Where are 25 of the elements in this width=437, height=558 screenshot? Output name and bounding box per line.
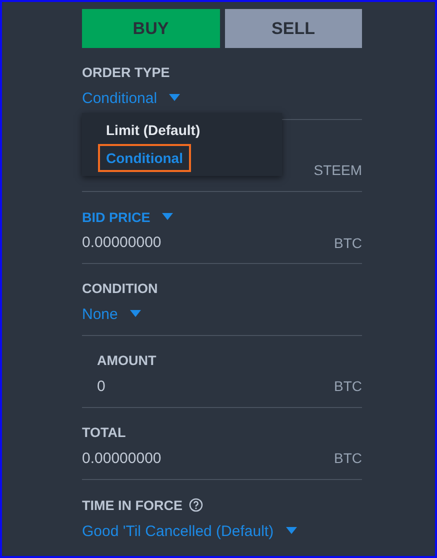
input-value[interactable]: 0 — [97, 378, 106, 395]
dropdown-select[interactable]: None — [82, 304, 141, 325]
caret-icon — [162, 213, 174, 221]
currency-unit: BTC — [334, 378, 362, 394]
field-label: TIME IN FORCE — [82, 498, 182, 512]
input-value[interactable]: 0.00000000 — [82, 234, 162, 251]
currency-unit: STEEM — [314, 162, 362, 178]
field-label: ORDER TYPE — [82, 65, 170, 80]
field-label: CONDITION — [82, 281, 158, 296]
caret-icon — [130, 310, 141, 318]
dropdown-select[interactable]: Conditional — [82, 88, 180, 109]
caret-icon — [169, 94, 180, 102]
field-label: TOTAL — [82, 425, 126, 440]
caret-icon — [286, 527, 297, 535]
buy-button[interactable]: BUY — [82, 9, 220, 48]
menu-item[interactable]: Conditional — [98, 144, 191, 172]
sell-button[interactable]: SELL — [224, 9, 362, 48]
currency-unit: BTC — [334, 450, 362, 466]
help-icon[interactable] — [188, 498, 202, 512]
field-label: AMOUNT — [97, 353, 156, 368]
dropdown-select[interactable]: Good 'Til Cancelled (Default) — [82, 520, 297, 542]
price-type-dropdown[interactable]: BID PRICE — [82, 208, 174, 226]
currency-unit: BTC — [334, 234, 362, 250]
input-value[interactable]: 0.00000000 — [82, 450, 162, 467]
menu-item[interactable]: Limit (Default) — [98, 116, 208, 144]
